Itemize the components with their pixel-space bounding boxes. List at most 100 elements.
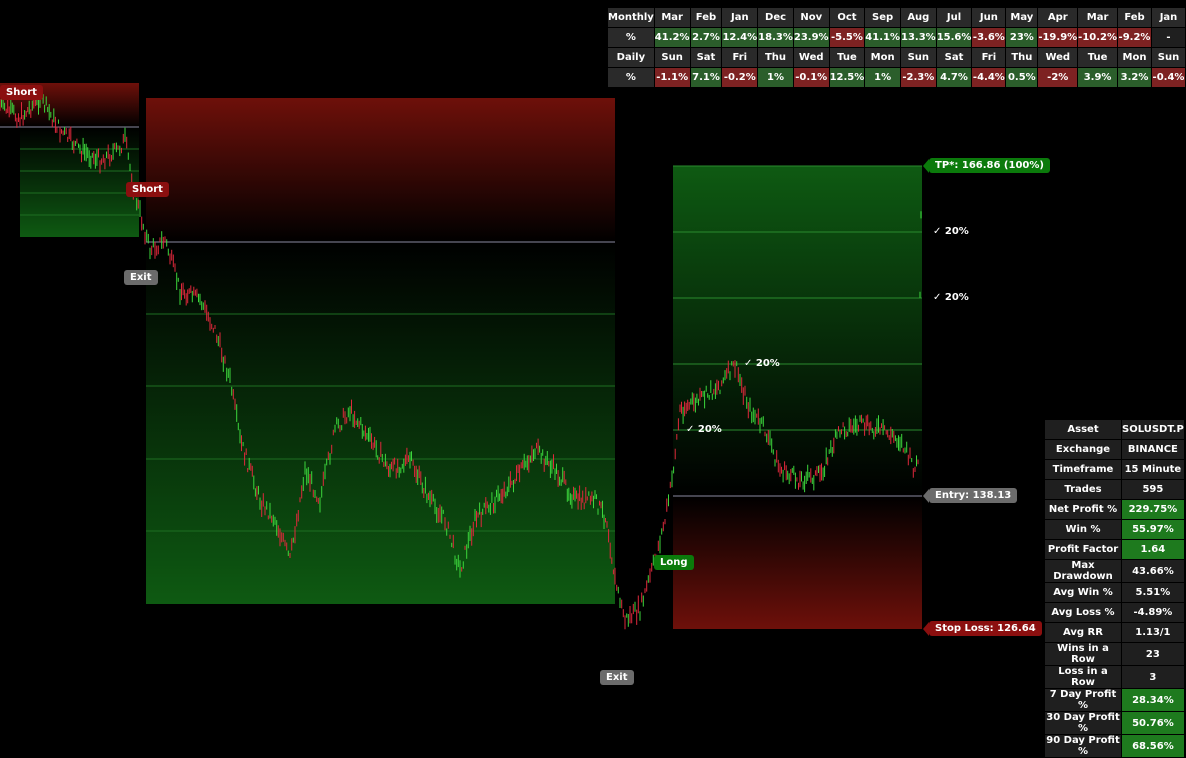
- month-cell: Jan: [722, 8, 758, 27]
- stats-row: Wins in a Row 23: [1045, 643, 1184, 665]
- stat-label: Win %: [1045, 520, 1121, 539]
- stat-value: 3: [1122, 666, 1184, 688]
- stats-row: Avg RR 1.13/1: [1045, 623, 1184, 642]
- stats-row: Max Drawdown 43.66%: [1045, 560, 1184, 582]
- monthly-value-cell: 12.4%: [722, 28, 758, 47]
- long-label: Long: [654, 555, 694, 570]
- stats-row: Trades 595: [1045, 480, 1184, 499]
- monthly-value-cell: 15.6%: [936, 28, 972, 47]
- month-cell: Mar: [654, 8, 690, 27]
- stat-value: 43.66%: [1122, 560, 1184, 582]
- stat-label: 7 Day Profit %: [1045, 689, 1121, 711]
- day-cell: Sun: [900, 48, 936, 67]
- day-cell: Wed: [793, 48, 829, 67]
- daily-value-cell: -4.4%: [972, 68, 1006, 87]
- stat-value: 50.76%: [1122, 712, 1184, 734]
- monthly-value-cell: -9.2%: [1118, 28, 1151, 47]
- month-cell: Oct: [829, 8, 865, 27]
- stats-row: 90 Day Profit % 68.56%: [1045, 735, 1184, 757]
- day-cell: Thu: [758, 48, 793, 67]
- stats-row: Asset SOLUSDT.P: [1045, 420, 1184, 439]
- daily-header: Daily: [608, 48, 654, 67]
- month-cell: Dec: [758, 8, 793, 27]
- months-row: Monthly Mar Feb Jan Dec Nov Oct Sep Aug Jul Jun Ma…: [608, 8, 1185, 27]
- exit-label-1: Exit: [124, 270, 158, 285]
- daily-value-cell: -0.2%: [722, 68, 758, 87]
- long-profit-zone: [673, 166, 922, 496]
- stat-value: 23: [1122, 643, 1184, 665]
- daily-value-cell: 3.2%: [1118, 68, 1151, 87]
- stats-row: Loss in a Row 3: [1045, 666, 1184, 688]
- daily-value-cell: 1%: [865, 68, 900, 87]
- stat-label: Wins in a Row: [1045, 643, 1121, 665]
- stats-table: Asset SOLUSDT.P Exchange BINANCE Timeframe 15…: [1044, 419, 1185, 758]
- stat-value: 5.51%: [1122, 583, 1184, 602]
- stat-value: 595: [1122, 480, 1184, 499]
- stat-value: 28.34%: [1122, 689, 1184, 711]
- monthly-value-cell: 18.3%: [758, 28, 793, 47]
- stat-value: 1.64: [1122, 540, 1184, 559]
- stat-value: SOLUSDT.P: [1122, 420, 1184, 439]
- month-cell: Sep: [865, 8, 900, 27]
- stats-row: Avg Loss % -4.89%: [1045, 603, 1184, 622]
- daily-label: %: [608, 68, 654, 87]
- entry-label: Entry: 138.13: [922, 488, 1018, 503]
- stat-value: 1.13/1: [1122, 623, 1184, 642]
- stats-row: Exchange BINANCE: [1045, 440, 1184, 459]
- stat-value: 15 Minute: [1122, 460, 1184, 479]
- daily-value-cell: -0.4%: [1151, 68, 1185, 87]
- daily-value-cell: -2.3%: [900, 68, 936, 87]
- month-cell: Feb: [1118, 8, 1151, 27]
- day-cell: Wed: [1038, 48, 1078, 67]
- day-cell: Thu: [1006, 48, 1038, 67]
- daily-value-cell: -0.1%: [793, 68, 829, 87]
- day-cell: Sat: [690, 48, 722, 67]
- monthly-value-cell: -3.6%: [972, 28, 1006, 47]
- month-cell: Jan: [1151, 8, 1185, 27]
- stat-label: 90 Day Profit %: [1045, 735, 1121, 757]
- month-cell: Nov: [793, 8, 829, 27]
- monthly-value-cell: 23%: [1006, 28, 1038, 47]
- month-cell: Aug: [900, 8, 936, 27]
- daily-value-cell: 4.7%: [936, 68, 972, 87]
- daily-value-cell: 1%: [758, 68, 793, 87]
- tp-check-3: ✓ 20%: [744, 358, 780, 369]
- monthly-value-cell: -: [1151, 28, 1185, 47]
- tp-check-4: ✓ 20%: [686, 424, 722, 435]
- month-cell: Jul: [936, 8, 972, 27]
- day-cell: Sun: [654, 48, 690, 67]
- daily-value-cell: 3.9%: [1078, 68, 1118, 87]
- stat-value: BINANCE: [1122, 440, 1184, 459]
- short-profit-zone: [20, 127, 139, 237]
- stat-label: 30 Day Profit %: [1045, 712, 1121, 734]
- stat-value: 55.97%: [1122, 520, 1184, 539]
- stats-row: Timeframe 15 Minute: [1045, 460, 1184, 479]
- month-cell: May: [1006, 8, 1038, 27]
- stat-value: -4.89%: [1122, 603, 1184, 622]
- stat-label: Loss in a Row: [1045, 666, 1121, 688]
- month-cell: Mar: [1078, 8, 1118, 27]
- monthly-values-row: % 41.2% 2.7% 12.4% 18.3% 23.9% -5.5% 41.1% 13.3…: [608, 28, 1185, 47]
- stat-label: Profit Factor: [1045, 540, 1121, 559]
- day-cell: Mon: [1118, 48, 1151, 67]
- day-cell: Fri: [972, 48, 1006, 67]
- stat-label: Asset: [1045, 420, 1121, 439]
- stats-row: Win % 55.97%: [1045, 520, 1184, 539]
- short-label-2: Short: [126, 182, 169, 197]
- stat-label: Timeframe: [1045, 460, 1121, 479]
- daily-value-cell: 0.5%: [1006, 68, 1038, 87]
- short2-loss-zone: [146, 98, 615, 242]
- day-cell: Sat: [936, 48, 972, 67]
- stats-row: 30 Day Profit % 50.76%: [1045, 712, 1184, 734]
- day-cell: Mon: [865, 48, 900, 67]
- days-row: Daily Sun Sat Fri Thu Wed Tue Mon Sun Sat Fri Thu W…: [608, 48, 1185, 67]
- month-cell: Apr: [1038, 8, 1078, 27]
- monthly-value-cell: -19.9%: [1038, 28, 1078, 47]
- stat-label: Avg Loss %: [1045, 603, 1121, 622]
- stats-row: 7 Day Profit % 28.34%: [1045, 689, 1184, 711]
- tp-check-2: ✓ 20%: [933, 292, 969, 303]
- monthly-value-cell: 2.7%: [690, 28, 722, 47]
- stat-label: Avg RR: [1045, 623, 1121, 642]
- long-loss-zone: [673, 496, 922, 629]
- stat-label: Net Profit %: [1045, 500, 1121, 519]
